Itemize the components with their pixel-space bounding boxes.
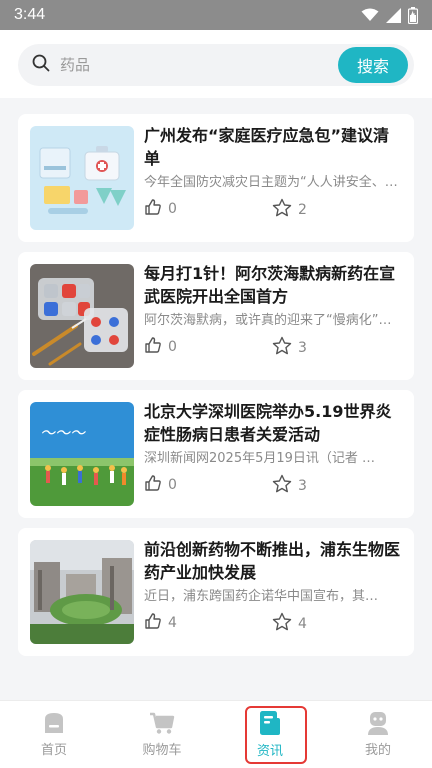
star-count: 3: [298, 340, 307, 356]
search-icon: [32, 54, 50, 76]
news-content: 北京大学深圳医院举办5.19世界炎症性肠病日患者关爱活动 深圳新闻网2025年5…: [144, 400, 402, 468]
favorite-button[interactable]: 4: [272, 612, 307, 636]
star-count: 3: [298, 478, 307, 494]
like-button[interactable]: 0: [144, 474, 177, 496]
news-thumbnail: [30, 126, 134, 230]
news-card[interactable]: 广州发布“家庭医疗应急包”建议清单 今年全国防灾减灾日主题为“人人讲安全、个个会…: [18, 114, 414, 242]
thumbs-up-icon: [144, 198, 162, 220]
cart-icon: [149, 711, 175, 739]
news-actions: 0 2: [144, 198, 402, 220]
profile-icon: [366, 711, 390, 739]
news-title[interactable]: 广州发布“家庭医疗应急包”建议清单: [144, 124, 402, 170]
news-list: 广州发布“家庭医疗应急包”建议清单 今年全国防灾减灾日主题为“人人讲安全、个个会…: [18, 114, 414, 666]
news-summary: 近日，浦东跨国药企诺华中国宣布，其…: [144, 589, 379, 604]
like-count: 4: [168, 615, 177, 631]
tab-news[interactable]: 资讯: [216, 701, 324, 768]
search-box[interactable]: 搜索: [18, 44, 414, 86]
search-button[interactable]: 搜索: [338, 47, 408, 83]
news-card[interactable]: 〜〜〜 北京大学深圳医院举办5.19世界炎症性肠病日患者关爱活动 深圳新闻网20…: [18, 390, 414, 518]
tab-cart[interactable]: 购物车: [108, 701, 216, 768]
tab-label: 资讯: [256, 744, 283, 759]
news-title[interactable]: 北京大学深圳医院举办5.19世界炎症性肠病日患者关爱活动: [144, 400, 402, 446]
star-icon: [272, 474, 292, 498]
news-summary: 阿尔茨海默病，或许真的迎来了“慢病化”…: [144, 313, 392, 328]
news-card[interactable]: 前沿创新药物不断推出，浦东生物医药产业加快发展 近日，浦东跨国药企诺华中国宣布，…: [18, 528, 414, 656]
star-count: 2: [298, 202, 307, 218]
like-button[interactable]: 0: [144, 336, 177, 358]
news-thumbnail: 〜〜〜: [30, 402, 134, 506]
news-actions: 0 3: [144, 336, 402, 358]
bottom-tab-bar: 首页 购物车 资讯 我的: [0, 700, 432, 768]
status-bar: 3:44: [0, 0, 432, 30]
status-icons: [361, 6, 418, 24]
news-content: 每月打1针！阿尔茨海默病新药在宣武医院开出全国首方 阿尔茨海默病，或许真的迎来了…: [144, 262, 402, 330]
star-icon: [272, 612, 292, 636]
news-actions: 0 3: [144, 474, 402, 496]
tab-label: 我的: [364, 743, 391, 758]
tab-home[interactable]: 首页: [0, 701, 108, 768]
star-count: 4: [298, 616, 307, 632]
news-title[interactable]: 每月打1针！阿尔茨海默病新药在宣武医院开出全国首方: [144, 262, 402, 308]
news-title[interactable]: 前沿创新药物不断推出，浦东生物医药产业加快发展: [144, 538, 402, 584]
search-header: 搜索: [0, 30, 432, 98]
thumbs-up-icon: [144, 474, 162, 496]
news-thumbnail: [30, 264, 134, 368]
wifi-icon: [361, 8, 379, 22]
like-count: 0: [168, 477, 177, 493]
like-count: 0: [168, 339, 177, 355]
star-icon: [272, 336, 292, 360]
favorite-button[interactable]: 3: [272, 474, 307, 498]
thumbs-up-icon: [144, 336, 162, 358]
star-icon: [272, 198, 292, 222]
news-actions: 4 4: [144, 612, 402, 634]
svg-text:〜〜〜: 〜〜〜: [40, 424, 86, 442]
battery-icon: [408, 6, 418, 24]
signal-icon: [386, 7, 401, 23]
tab-label: 购物车: [142, 743, 182, 758]
news-summary: 今年全国防灾减灾日主题为“人人讲安全、个个会应急”…: [144, 175, 402, 190]
news-icon: [258, 710, 282, 740]
search-input[interactable]: [60, 56, 310, 74]
news-thumbnail: [30, 540, 134, 644]
news-content: 前沿创新药物不断推出，浦东生物医药产业加快发展 近日，浦东跨国药企诺华中国宣布，…: [144, 538, 402, 606]
home-icon: [42, 711, 66, 739]
like-button[interactable]: 4: [144, 612, 177, 634]
like-button[interactable]: 0: [144, 198, 177, 220]
favorite-button[interactable]: 2: [272, 198, 307, 222]
like-count: 0: [168, 201, 177, 217]
tab-label: 首页: [40, 743, 67, 758]
status-time: 3:44: [14, 6, 46, 23]
news-summary: 深圳新闻网2025年5月19日讯（记者 …: [144, 451, 376, 466]
thumbs-up-icon: [144, 612, 162, 634]
favorite-button[interactable]: 3: [272, 336, 307, 360]
news-content: 广州发布“家庭医疗应急包”建议清单 今年全国防灾减灾日主题为“人人讲安全、个个会…: [144, 124, 402, 192]
news-card[interactable]: 每月打1针！阿尔茨海默病新药在宣武医院开出全国首方 阿尔茨海默病，或许真的迎来了…: [18, 252, 414, 380]
tab-profile[interactable]: 我的: [324, 701, 432, 768]
